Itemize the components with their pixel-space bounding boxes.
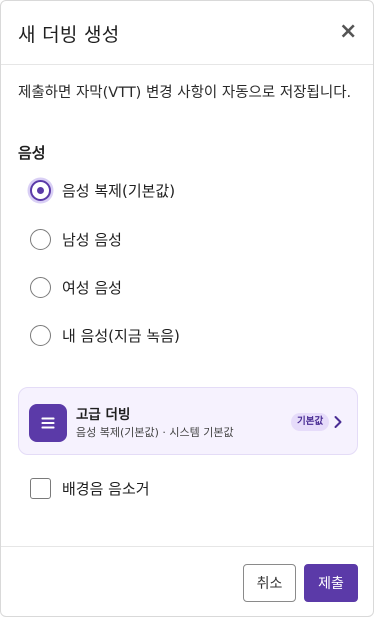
radio-button[interactable]: [30, 324, 51, 346]
voice-option-female[interactable]: 여성 음성: [30, 276, 122, 298]
dialog-header: 새 더빙 생성 ×: [1, 1, 373, 65]
vtt-save-notice: 제출하면 자막(VTT) 변경 사항이 자동으로 저장됩니다.: [18, 85, 352, 101]
voice-option-male[interactable]: 남성 음성: [30, 228, 122, 250]
default-badge: 기본값: [291, 413, 330, 431]
advanced-dubbing-card[interactable]: 고급 더빙 음성 복제(기본값) · 시스템 기본값 기본값: [18, 387, 358, 455]
voice-option-label: 내 음성(지금 녹음): [62, 326, 180, 345]
radio-button-checked[interactable]: [30, 179, 51, 201]
background-mute-label: 배경음 음소거: [62, 479, 150, 498]
dialog-title: 새 더빙 생성: [18, 24, 120, 46]
advanced-dubbing-title: 고급 더빙: [76, 407, 131, 423]
chevron-right-icon: [334, 416, 342, 428]
cancel-button[interactable]: 취소: [243, 564, 296, 602]
radio-button[interactable]: [30, 228, 51, 250]
create-dub-dialog: 새 더빙 생성 × 제출하면 자막(VTT) 변경 사항이 자동으로 저장됩니다…: [0, 0, 374, 617]
voice-option-clone[interactable]: 음성 복제(기본값): [30, 179, 175, 201]
voice-option-label: 여성 음성: [62, 278, 122, 297]
close-icon: ×: [339, 19, 358, 44]
dialog-footer: 취소 제출: [1, 546, 373, 616]
voice-option-label: 음성 복제(기본값): [62, 181, 176, 200]
checkbox[interactable]: [30, 477, 51, 499]
menu-lines-icon: [29, 404, 67, 442]
radio-button[interactable]: [30, 276, 51, 298]
advanced-dubbing-subtitle: 음성 복제(기본값) · 시스템 기본값: [76, 426, 234, 439]
background-mute-option[interactable]: 배경음 음소거: [30, 477, 150, 499]
close-button[interactable]: ×: [339, 21, 357, 43]
voice-section-label: 음성: [18, 144, 46, 162]
submit-button[interactable]: 제출: [304, 564, 358, 602]
voice-option-label: 남성 음성: [62, 230, 122, 249]
voice-option-my-voice[interactable]: 내 음성(지금 녹음): [30, 324, 180, 346]
